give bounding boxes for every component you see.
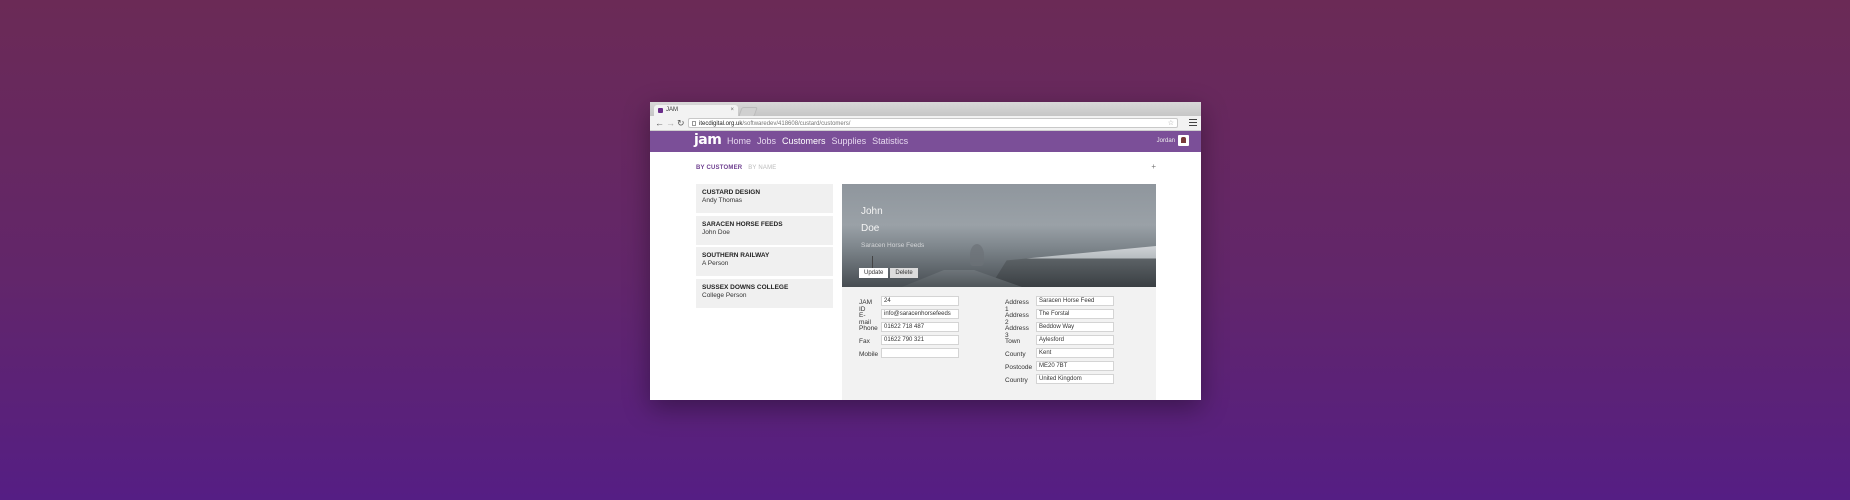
mobile-field[interactable]	[881, 348, 959, 358]
user-menu[interactable]: Jordan	[1157, 135, 1189, 146]
company-name: SUSSEX DOWNS COLLEGE	[702, 283, 789, 291]
nav-home[interactable]: Home	[727, 131, 751, 152]
town-field[interactable]: Aylesford	[1036, 335, 1114, 345]
list-item[interactable]: SOUTHERN RAILWAY A Person	[696, 247, 833, 276]
menu-icon[interactable]	[1189, 119, 1197, 127]
field-label: JAM ID	[859, 299, 872, 313]
nav-supplies[interactable]: Supplies	[832, 131, 867, 152]
page-icon	[692, 121, 696, 126]
nav-statistics[interactable]: Statistics	[872, 131, 908, 152]
contact-first-name: John	[861, 206, 883, 217]
customer-hero-image: John Doe Saracen Horse Feeds Update Dele…	[842, 184, 1156, 287]
forward-icon[interactable]: →	[666, 117, 675, 129]
list-item[interactable]: SUSSEX DOWNS COLLEGE College Person	[696, 278, 833, 308]
field-label: Address 1	[1005, 299, 1029, 313]
building-shape	[990, 246, 1156, 287]
contact-last-name: Doe	[861, 223, 880, 234]
main-nav: Home Jobs Customers Supplies Statistics	[727, 131, 908, 152]
field-label: Address 2	[1005, 312, 1029, 326]
update-button[interactable]: Update	[859, 268, 889, 278]
app-header: jam Home Jobs Customers Supplies Statist…	[650, 131, 1201, 152]
url-path: /softwaredev/418608/custard/customers/	[742, 121, 851, 127]
field-label: Mobile	[859, 351, 879, 358]
bookmark-star-icon[interactable]: ☆	[1168, 119, 1174, 129]
tab-title: JAM	[666, 107, 678, 113]
field-label: Address 3	[1005, 325, 1029, 339]
add-customer-button[interactable]: +	[1151, 162, 1156, 171]
field-label: E-mail	[859, 312, 871, 326]
contact-name: Andy Thomas	[702, 197, 742, 204]
nav-jobs[interactable]: Jobs	[757, 131, 776, 152]
delete-button[interactable]: Delete	[890, 268, 918, 278]
close-tab-icon[interactable]: ×	[730, 105, 734, 116]
contact-name: John Doe	[702, 228, 730, 236]
company-name: SARACEN HORSE FEEDS	[702, 220, 783, 228]
tree-shape	[970, 244, 984, 266]
field-label: Postcode	[1005, 364, 1033, 371]
customer-list: CUSTARD DESIGN Andy Thomas SARACEN HORSE…	[696, 184, 833, 310]
back-icon[interactable]: ←	[655, 117, 664, 129]
jam-id-field[interactable]: 24	[881, 296, 959, 306]
sort-tabs: BY CUSTOMER BY NAME	[696, 165, 777, 171]
field-label: Town	[1005, 338, 1021, 345]
customer-detail-panel: John Doe Saracen Horse Feeds Update Dele…	[842, 184, 1156, 400]
field-label: County	[1005, 351, 1026, 358]
tab-strip: JAM ×	[650, 102, 1201, 117]
company-name: CUSTARD DESIGN	[702, 189, 761, 196]
contact-name: College Person	[702, 291, 747, 299]
detail-actions: Update Delete	[859, 268, 918, 278]
phone-field[interactable]: 01622 718 487	[881, 322, 959, 332]
browser-toolbar: ← → ↻ itecdigital.org.uk/softwaredev/418…	[650, 116, 1201, 131]
jam-logo[interactable]: jam	[694, 132, 722, 148]
country-field[interactable]: United Kingdom	[1036, 374, 1114, 384]
field-label: Fax	[859, 338, 870, 345]
address1-field[interactable]: Saracen Horse Feed	[1036, 296, 1114, 306]
browser-tab[interactable]: JAM ×	[654, 105, 738, 116]
url-host: itecdigital.org.uk	[699, 121, 743, 127]
tab-by-name[interactable]: BY NAME	[748, 165, 776, 171]
field-label: Country	[1005, 377, 1028, 384]
contact-name: A Person	[702, 260, 729, 267]
user-name: Jordan	[1156, 137, 1175, 144]
address2-field[interactable]: The Forstal	[1036, 309, 1114, 319]
tab-by-customer[interactable]: BY CUSTOMER	[696, 165, 742, 171]
favicon-icon	[658, 108, 663, 113]
contact-company: Saracen Horse Feeds	[861, 242, 925, 249]
address3-field[interactable]: Beddow Way	[1036, 322, 1114, 332]
list-item[interactable]: CUSTARD DESIGN Andy Thomas	[696, 184, 833, 213]
fax-field[interactable]: 01622 790 321	[881, 335, 959, 345]
county-field[interactable]: Kent	[1036, 348, 1114, 358]
browser-window: JAM × ← → ↻ itecdigital.org.uk/softwared…	[650, 102, 1201, 400]
list-item[interactable]: SARACEN HORSE FEEDS John Doe	[696, 215, 833, 245]
field-label: Phone	[859, 325, 878, 332]
postcode-field[interactable]: ME20 7BT	[1036, 361, 1114, 371]
address-bar[interactable]: itecdigital.org.uk/softwaredev/418608/cu…	[688, 118, 1178, 128]
reload-icon[interactable]: ↻	[677, 117, 685, 129]
avatar[interactable]	[1178, 135, 1189, 146]
company-name: SOUTHERN RAILWAY	[702, 252, 770, 259]
nav-customers[interactable]: Customers	[782, 131, 826, 152]
email-field[interactable]: info@saracenhorsefeeds	[881, 309, 959, 319]
